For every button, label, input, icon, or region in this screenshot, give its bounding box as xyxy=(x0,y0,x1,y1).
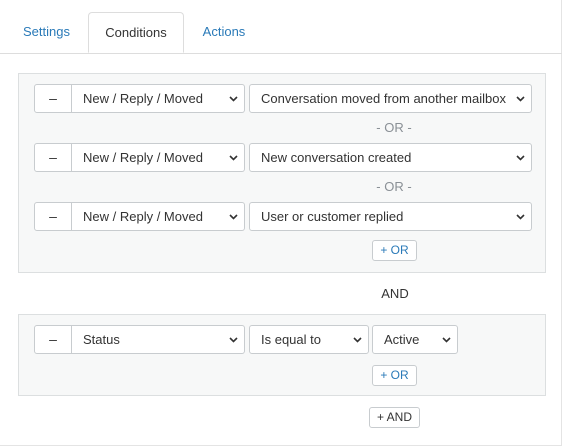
add-or-button[interactable]: + OR xyxy=(372,240,417,261)
add-and-button[interactable]: + AND xyxy=(369,407,420,428)
event-select-value: New / Reply / Moved xyxy=(83,91,203,106)
condition-select-value: Conversation moved from another mailbox xyxy=(261,91,506,106)
field-select[interactable]: Status xyxy=(72,325,245,354)
operator-select-value: Is equal to xyxy=(261,332,321,347)
remove-condition-button[interactable]: – xyxy=(34,84,72,113)
event-select[interactable]: New / Reply / Moved xyxy=(72,84,245,113)
chevron-down-icon xyxy=(353,335,362,344)
remove-condition-button[interactable]: – xyxy=(34,202,72,231)
value-select[interactable]: Active xyxy=(372,325,458,354)
or-separator: - OR - xyxy=(376,179,412,194)
and-label: AND xyxy=(381,286,409,301)
field-select-value: Status xyxy=(83,332,120,347)
tab-actions[interactable]: Actions xyxy=(188,12,260,52)
condition-select-value: User or customer replied xyxy=(261,209,404,224)
tab-bar: Settings Conditions Actions xyxy=(0,12,562,54)
condition-group-2: – Status Is equal to Active + OR xyxy=(18,314,546,396)
event-select[interactable]: New / Reply / Moved xyxy=(72,143,245,172)
or-separator: - OR - xyxy=(376,120,412,135)
condition-select-value: New conversation created xyxy=(261,150,412,165)
condition-select[interactable]: Conversation moved from another mailbox xyxy=(249,84,532,113)
remove-condition-button[interactable]: – xyxy=(34,143,72,172)
operator-select[interactable]: Is equal to xyxy=(249,325,369,354)
event-select-value: New / Reply / Moved xyxy=(83,209,203,224)
chevron-down-icon xyxy=(516,153,525,162)
condition-select[interactable]: New conversation created xyxy=(249,143,532,172)
chevron-down-icon xyxy=(229,212,238,221)
tab-settings[interactable]: Settings xyxy=(8,12,85,52)
chevron-down-icon xyxy=(516,212,525,221)
add-or-button[interactable]: + OR xyxy=(372,365,417,386)
chevron-down-icon xyxy=(229,94,238,103)
chevron-down-icon xyxy=(229,153,238,162)
condition-group-1: – New / Reply / Moved Conversation moved… xyxy=(18,73,546,273)
event-select-value: New / Reply / Moved xyxy=(83,150,203,165)
event-select[interactable]: New / Reply / Moved xyxy=(72,202,245,231)
workflow-panel: Settings Conditions Actions – New / Repl… xyxy=(0,0,562,446)
remove-condition-button[interactable]: – xyxy=(34,325,72,354)
chevron-down-icon xyxy=(516,94,525,103)
value-select-value: Active xyxy=(384,332,420,347)
chevron-down-icon xyxy=(229,335,238,344)
tab-conditions[interactable]: Conditions xyxy=(88,12,184,53)
chevron-down-icon xyxy=(442,335,451,344)
condition-select[interactable]: User or customer replied xyxy=(249,202,532,231)
